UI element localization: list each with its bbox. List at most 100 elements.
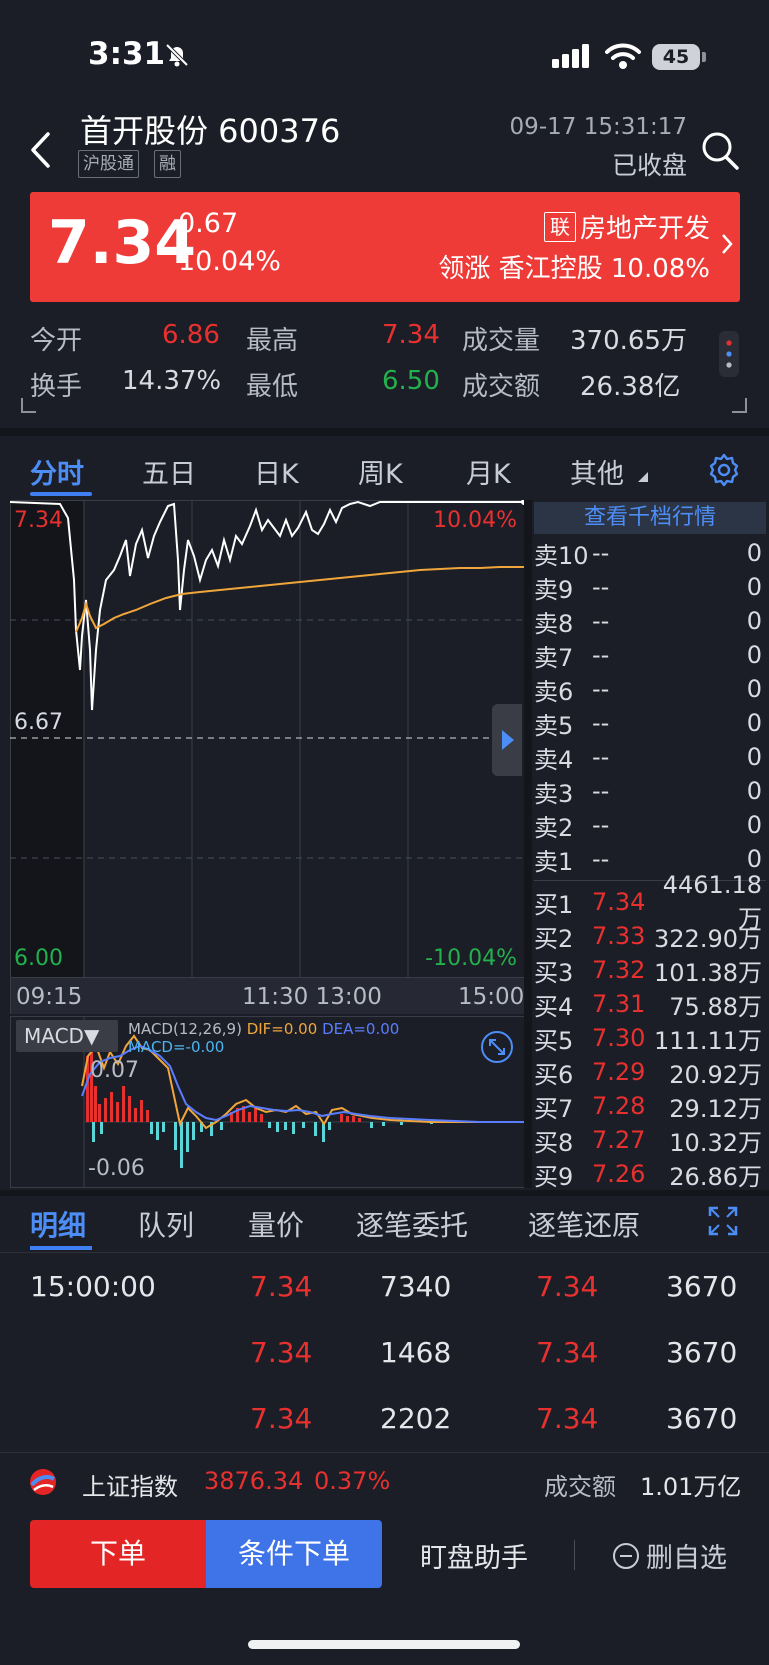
tab-intraday[interactable]: 分时 [30, 452, 84, 491]
tab-monthly-k[interactable]: 月K [466, 452, 511, 491]
buy-level-row[interactable]: 买8 7.27 10.32万 [534, 1123, 766, 1157]
buy-level-vol: 26.86万 [669, 1162, 762, 1191]
market-status: 已收盘 [611, 151, 687, 180]
place-order-button[interactable]: 下单 [30, 1520, 206, 1588]
sell-level-row[interactable]: 卖8 -- 0 [534, 604, 766, 638]
sell-levels: 卖10 -- 0 卖9 -- 0 卖8 -- 0 卖7 -- 0 卖6 -- 0 卖5 -- 0 卖4 -- 0 卖3 --… [534, 536, 766, 876]
button-divider [574, 1540, 575, 1570]
trade-p1: 7.34 [250, 1402, 313, 1435]
remove-watchlist-button[interactable]: 删自选 [612, 1536, 727, 1575]
sell-level-side: 卖10 [534, 541, 589, 570]
sector-link[interactable]: 联 房地产开发 [543, 208, 710, 245]
trade-v2: 3670 [666, 1402, 738, 1435]
tab-daily-k[interactable]: 日K [254, 452, 299, 491]
tab-volume-price[interactable]: 量价 [248, 1204, 304, 1244]
chart-top-pct: 10.04% [433, 508, 517, 533]
battery-tip [702, 52, 706, 62]
sell-level-vol: 0 [746, 607, 762, 635]
volume-label: 成交量 [462, 326, 541, 356]
trade-v1: 1468 [380, 1336, 452, 1369]
sell-level-side: 卖5 [534, 711, 574, 740]
buy-level-price: 7.27 [592, 1126, 646, 1154]
index-value: 3876.34 [204, 1467, 304, 1495]
buy-level-row[interactable]: 买6 7.29 20.92万 [534, 1055, 766, 1089]
remove-watchlist-label: 删自选 [646, 1543, 727, 1574]
macd-selector[interactable]: MACD▼ [16, 1020, 118, 1052]
index-bar[interactable]: 上证指数 3876.34 0.37% 成交额 1.01万亿 [0, 1452, 769, 1512]
sell-level-row[interactable]: 卖2 -- 0 [534, 808, 766, 842]
more-dots-icon[interactable] [718, 330, 740, 378]
tag-margin[interactable]: 融 [154, 150, 181, 178]
watch-assistant-button[interactable]: 盯盘助手 [420, 1536, 528, 1575]
buy-level-vol: 75.88万 [669, 992, 762, 1021]
buy-level-price: 7.31 [592, 990, 646, 1018]
chevron-right-icon[interactable] [720, 232, 734, 256]
sell-level-row[interactable]: 卖7 -- 0 [534, 638, 766, 672]
resize-icon[interactable] [480, 1030, 514, 1064]
price-change: 0.67 [178, 208, 239, 239]
sell-level-price: -- [592, 709, 610, 737]
tab-queue[interactable]: 队列 [138, 1204, 194, 1244]
buy-level-row[interactable]: 买4 7.31 75.88万 [534, 987, 766, 1021]
panel-toggle[interactable] [492, 704, 522, 776]
sell-level-vol: 0 [746, 743, 762, 771]
index-pct: 0.37% [314, 1467, 391, 1495]
conditional-order-button[interactable]: 条件下单 [206, 1520, 382, 1588]
gear-icon[interactable] [706, 452, 742, 488]
open-value: 6.86 [162, 320, 220, 350]
expand-icon[interactable] [708, 1206, 738, 1236]
buy-level-side: 买7 [534, 1094, 574, 1123]
sell-level-row[interactable]: 卖9 -- 0 [534, 570, 766, 604]
home-indicator[interactable] [248, 1640, 520, 1649]
sell-level-vol: 0 [746, 573, 762, 601]
quote-datetime: 09-17 15:31:17 [509, 114, 687, 140]
buy-level-row[interactable]: 买9 7.26 26.86万 [534, 1157, 766, 1191]
signal-icon [552, 44, 589, 68]
back-arrow-icon[interactable] [28, 130, 54, 170]
time-close: 15:00 [458, 984, 525, 1010]
buy-level-row[interactable]: 买7 7.28 29.12万 [534, 1089, 766, 1123]
macd-params: MACD(12,26,9) [128, 1020, 242, 1038]
sell-level-row[interactable]: 卖3 -- 0 [534, 774, 766, 808]
buy-level-row[interactable]: 买2 7.33 322.90万 [534, 919, 766, 953]
tab-active-underline [30, 492, 92, 496]
buy-level-price: 7.33 [592, 922, 646, 950]
tab-details[interactable]: 明细 [30, 1204, 86, 1244]
buy-level-vol: 10.32万 [669, 1128, 762, 1157]
tab-five-day[interactable]: 五日 [142, 452, 196, 491]
tab-trade-restore[interactable]: 逐笔还原 [528, 1204, 640, 1244]
chart-mid-price: 6.67 [14, 710, 63, 735]
trade-p2: 7.34 [536, 1270, 599, 1303]
macd-dea: DEA=0.00 [322, 1020, 400, 1038]
price-panel[interactable]: 7.34 0.67 10.04% 联 房地产开发 领涨 香江控股 10.08% [30, 192, 740, 302]
bell-slash-icon [165, 43, 189, 67]
index-amount: 1.01万亿 [640, 1473, 742, 1501]
index-logo-icon [30, 1469, 56, 1495]
search-icon[interactable] [700, 130, 740, 170]
order-book: 卖10 -- 0 卖9 -- 0 卖8 -- 0 卖7 -- 0 卖6 -- 0 卖5 -- 0 卖4 -- 0 卖3 --… [534, 536, 766, 1191]
sector-leader: 领涨 香江控股 10.08% [438, 254, 710, 284]
sell-level-vol: 0 [746, 845, 762, 873]
tab-order-by-order[interactable]: 逐笔委托 [356, 1204, 468, 1244]
battery-indicator: 45 [652, 44, 700, 70]
sell-level-row[interactable]: 卖10 -- 0 [534, 536, 766, 570]
tab-other[interactable]: 其他 [570, 452, 624, 491]
sell-level-row[interactable]: 卖4 -- 0 [534, 740, 766, 774]
sell-level-row[interactable]: 卖5 -- 0 [534, 706, 766, 740]
macd-value: MACD=-0.00 [128, 1038, 225, 1056]
buy-level-side: 买4 [534, 992, 574, 1021]
buy-level-row[interactable]: 买3 7.32 101.38万 [534, 953, 766, 987]
sell-level-price: -- [592, 573, 610, 601]
tab-weekly-k[interactable]: 周K [358, 452, 403, 491]
intraday-plot[interactable] [10, 500, 526, 978]
buy-level-row[interactable]: 买5 7.30 111.11万 [534, 1021, 766, 1055]
buy-level-vol: 20.92万 [669, 1060, 762, 1089]
buy-level-row[interactable]: 买1 7.34 4461.18万 [534, 871, 766, 933]
depth-1000-button[interactable]: 查看千档行情 [534, 502, 766, 534]
sell-level-row[interactable]: 卖6 -- 0 [534, 672, 766, 706]
play-right-icon [502, 730, 514, 750]
wifi-icon [605, 43, 641, 69]
high-value: 7.34 [382, 320, 440, 350]
tag-hugutong[interactable]: 沪股通 [78, 150, 139, 178]
sell-level-price: -- [592, 777, 610, 805]
